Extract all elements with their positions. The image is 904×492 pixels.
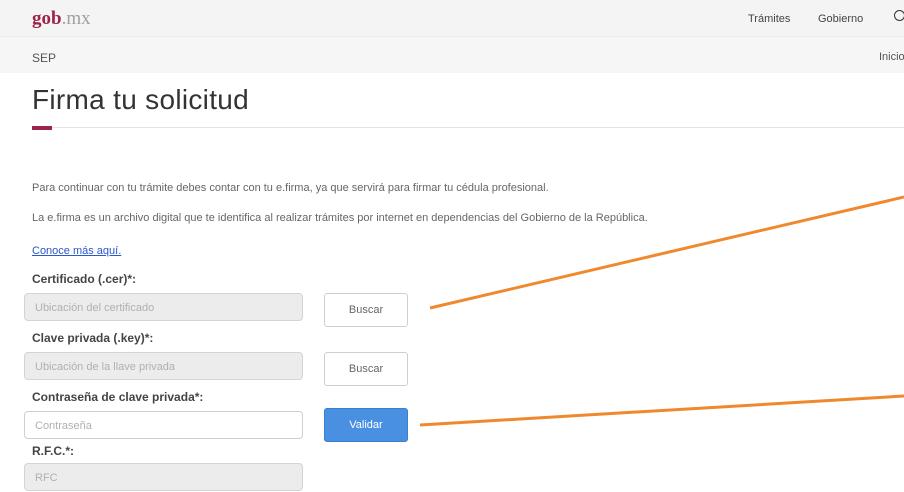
annotation-arrows bbox=[419, 195, 904, 427]
annotation-arrow-buscar bbox=[429, 195, 904, 310]
annotation-arrow-validar bbox=[419, 394, 904, 427]
